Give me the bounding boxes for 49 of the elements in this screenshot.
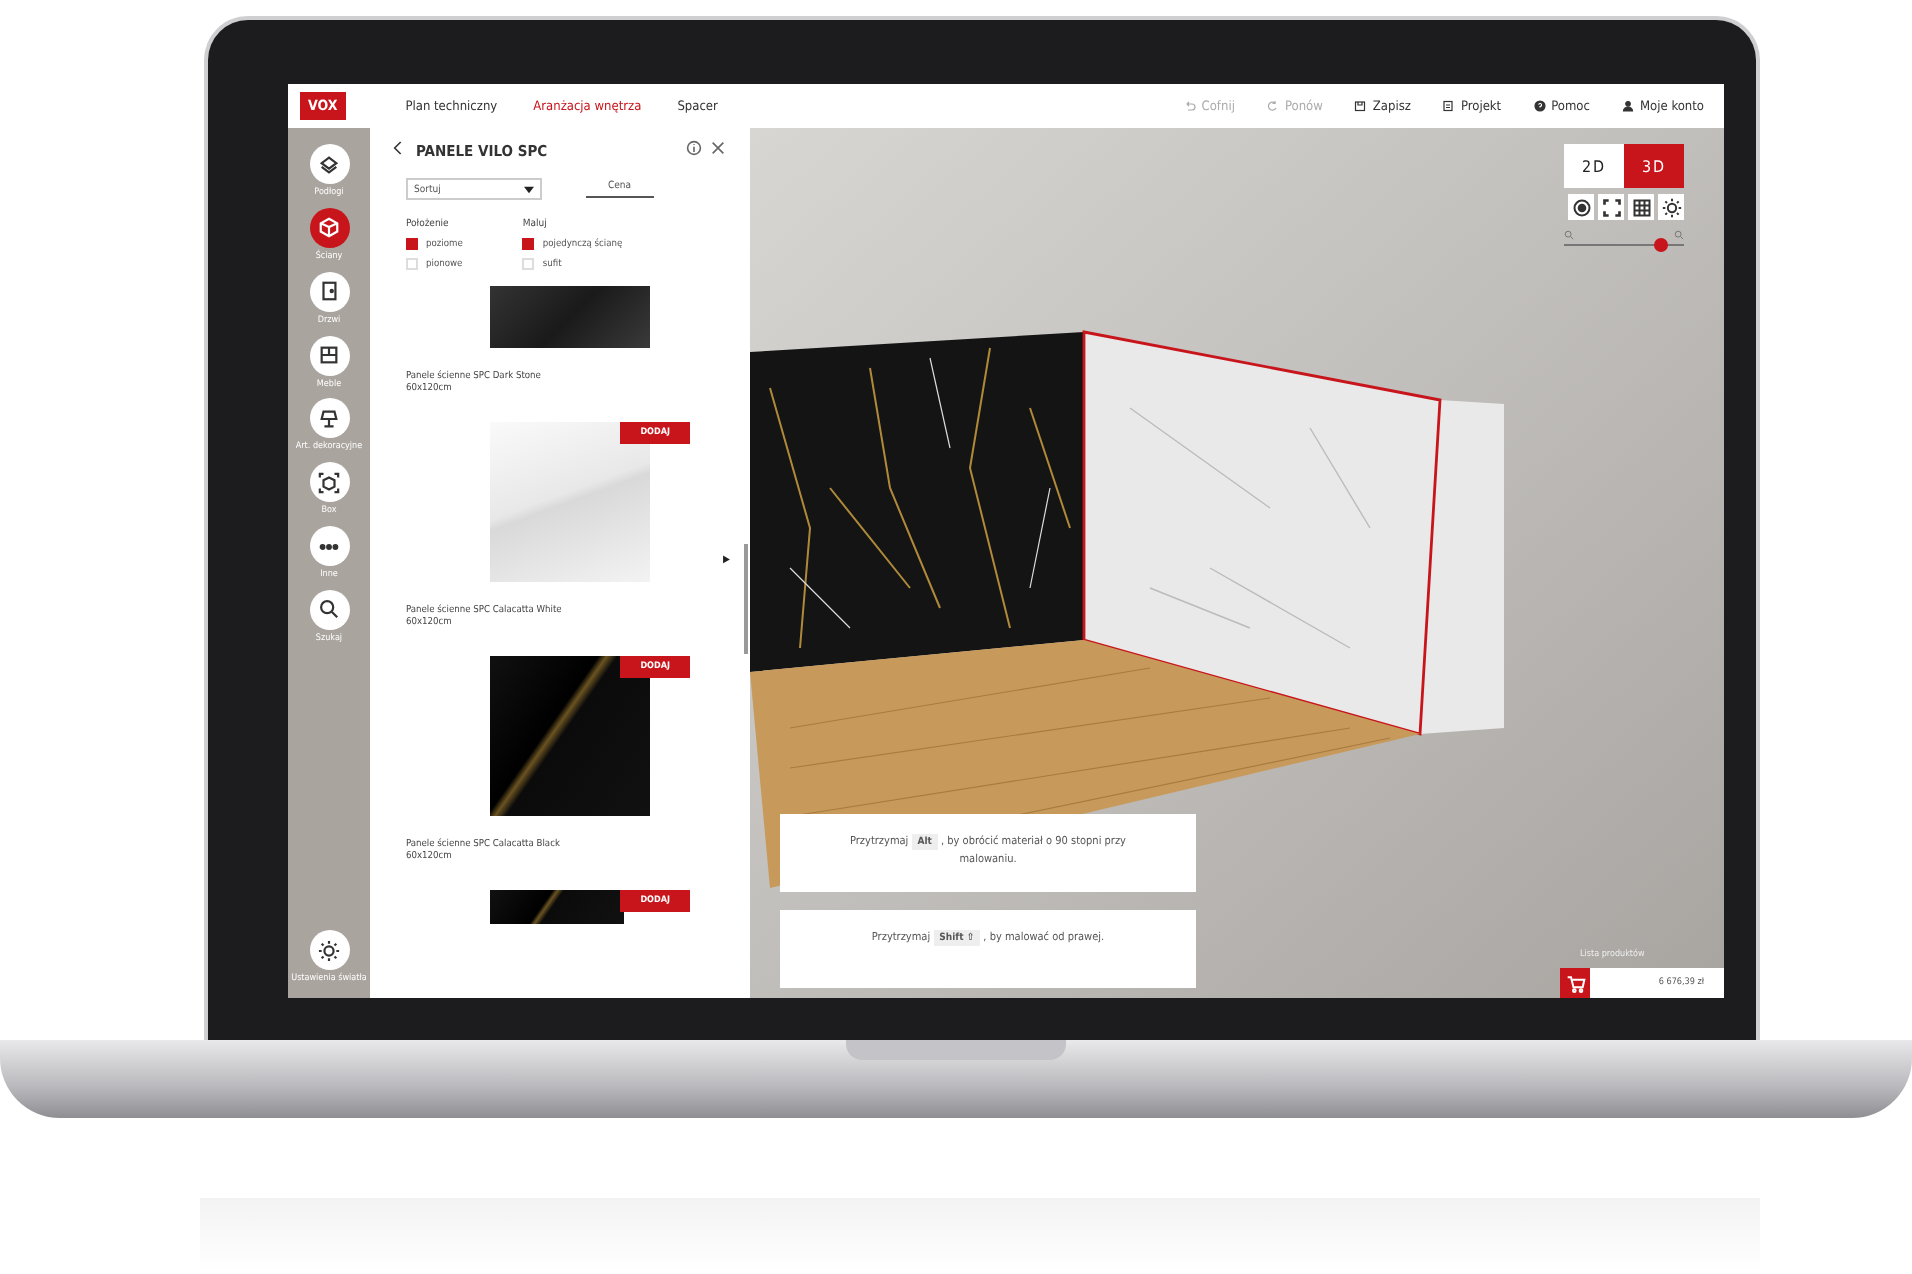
caret-icon bbox=[524, 185, 534, 193]
cabinet-icon bbox=[318, 344, 340, 367]
door-icon bbox=[318, 280, 340, 303]
room-render-drawing[interactable] bbox=[750, 128, 1724, 998]
category-button[interactable] bbox=[309, 144, 349, 184]
category-button[interactable] bbox=[309, 526, 349, 567]
material-swatch[interactable] bbox=[490, 889, 624, 924]
close-button[interactable] bbox=[710, 140, 726, 160]
zoom-out-icon bbox=[1564, 230, 1574, 240]
category-button[interactable] bbox=[309, 462, 349, 503]
category-button[interactable] bbox=[309, 207, 349, 248]
material-swatch[interactable] bbox=[490, 286, 650, 348]
category-button[interactable] bbox=[309, 335, 349, 376]
view-tool-button[interactable] bbox=[1598, 194, 1624, 220]
undo-icon bbox=[1183, 100, 1196, 112]
target-icon bbox=[1571, 197, 1591, 217]
search-icon bbox=[318, 598, 340, 621]
info-icon bbox=[686, 140, 702, 156]
view-tool-button[interactable] bbox=[1568, 194, 1594, 220]
save-icon bbox=[1354, 100, 1367, 112]
scrollbar[interactable] bbox=[744, 544, 748, 654]
category-button[interactable] bbox=[309, 930, 349, 971]
sun-icon bbox=[318, 939, 340, 962]
back-icon bbox=[390, 140, 406, 156]
help-icon bbox=[1533, 100, 1546, 112]
back-button[interactable] bbox=[390, 140, 406, 160]
view-tool-button[interactable] bbox=[1658, 194, 1684, 220]
user-icon bbox=[1621, 100, 1634, 112]
sun-icon bbox=[1661, 197, 1681, 217]
category-button[interactable] bbox=[309, 589, 349, 630]
cart-button[interactable] bbox=[1560, 968, 1590, 998]
checkbox[interactable] bbox=[406, 238, 418, 250]
checkbox[interactable] bbox=[522, 238, 535, 250]
cart-icon bbox=[1565, 973, 1585, 993]
fullscreen-icon bbox=[1601, 197, 1621, 217]
view-mode-toggle[interactable]: 2D bbox=[1564, 144, 1624, 188]
category-button[interactable] bbox=[309, 271, 349, 312]
category-button[interactable] bbox=[309, 398, 349, 439]
grid-icon bbox=[1631, 197, 1651, 217]
box-icon bbox=[318, 471, 340, 494]
close-icon bbox=[710, 140, 726, 156]
view-tool-button[interactable] bbox=[1628, 194, 1654, 220]
cube-icon bbox=[318, 216, 340, 239]
zoom-in-icon bbox=[1674, 230, 1684, 240]
redo-icon bbox=[1266, 100, 1279, 112]
view-mode-toggle[interactable]: 3D bbox=[1624, 144, 1684, 188]
lamp-icon bbox=[318, 407, 340, 430]
document-icon bbox=[1442, 100, 1455, 112]
info-button[interactable] bbox=[686, 140, 702, 160]
